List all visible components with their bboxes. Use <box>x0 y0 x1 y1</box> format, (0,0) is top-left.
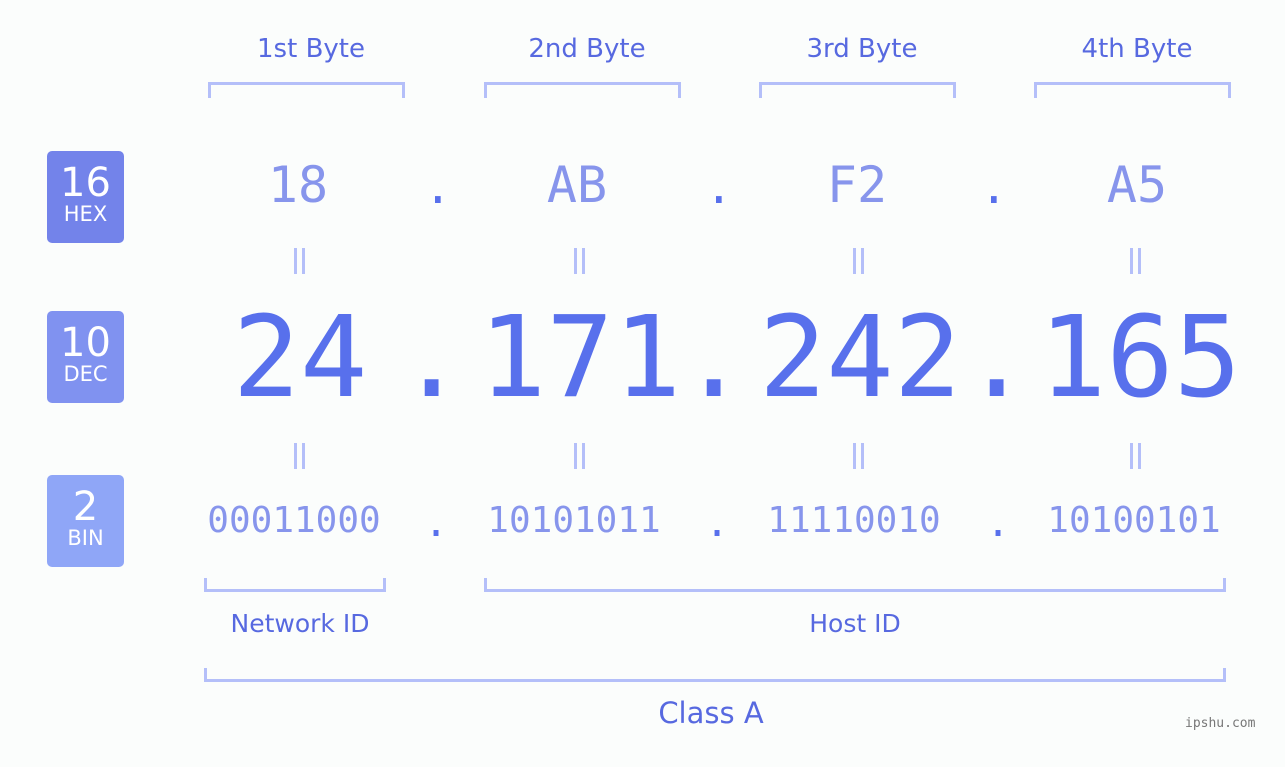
equals-icon <box>1125 248 1145 274</box>
dec-base-label: DEC <box>63 362 108 386</box>
host-id-bracket <box>484 578 1226 592</box>
hex-separator-2: . <box>705 160 733 214</box>
bin-base-label: BIN <box>67 526 104 550</box>
dec-badge: 10 DEC <box>47 311 124 403</box>
bin-separator-1: . <box>424 500 449 546</box>
equals-icon <box>1125 443 1145 469</box>
hex-byte-1: 18 <box>267 156 329 214</box>
byte-header-3: 3rd Byte <box>806 34 918 64</box>
dec-base-number: 10 <box>60 320 111 366</box>
hex-separator-3: . <box>980 160 1008 214</box>
hex-base-number: 16 <box>60 160 111 206</box>
equals-icon <box>848 248 868 274</box>
equals-icon <box>289 443 309 469</box>
bin-byte-3: 11110010 <box>767 500 941 541</box>
watermark: ipshu.com <box>1185 716 1256 731</box>
hex-byte-3: F2 <box>826 156 888 214</box>
network-id-bracket <box>204 578 386 592</box>
byte-header-2: 2nd Byte <box>528 34 646 64</box>
hex-byte-2: AB <box>546 156 608 214</box>
dec-byte-2: 171 <box>478 293 682 423</box>
bin-badge: 2 BIN <box>47 475 124 567</box>
byte-header-1: 1st Byte <box>257 34 365 64</box>
byte-bracket-1 <box>208 82 405 98</box>
equals-icon <box>848 443 868 469</box>
hex-separator-1: . <box>424 160 452 214</box>
bin-byte-2: 10101011 <box>487 500 661 541</box>
dec-byte-3: 242 <box>758 293 962 423</box>
bin-byte-1: 00011000 <box>207 500 381 541</box>
equals-icon <box>289 248 309 274</box>
dec-separator-2: . <box>680 293 748 423</box>
dec-byte-1: 24 <box>232 293 368 423</box>
equals-icon <box>569 443 589 469</box>
byte-bracket-3 <box>759 82 956 98</box>
dec-separator-1: . <box>398 293 466 423</box>
class-label: Class A <box>658 696 764 730</box>
hex-base-label: HEX <box>63 202 108 226</box>
bin-byte-4: 10100101 <box>1047 500 1221 541</box>
byte-bracket-2 <box>484 82 681 98</box>
hex-byte-4: A5 <box>1106 156 1168 214</box>
class-bracket <box>204 668 1226 682</box>
host-id-label: Host ID <box>809 609 901 638</box>
bin-separator-2: . <box>705 500 730 546</box>
dec-separator-3: . <box>963 293 1031 423</box>
hex-badge: 16 HEX <box>47 151 124 243</box>
byte-bracket-4 <box>1034 82 1231 98</box>
network-id-label: Network ID <box>230 609 370 638</box>
bin-separator-3: . <box>986 500 1011 546</box>
bin-base-number: 2 <box>72 484 99 530</box>
byte-header-4: 4th Byte <box>1081 34 1193 64</box>
equals-icon <box>569 248 589 274</box>
dec-byte-4: 165 <box>1038 293 1242 423</box>
